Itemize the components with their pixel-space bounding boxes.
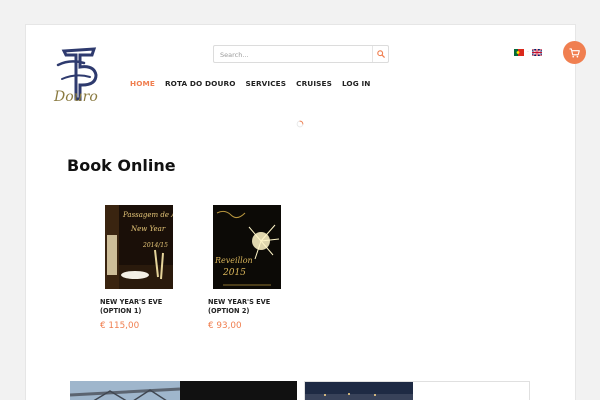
product-image-text-2: New Year — [130, 225, 166, 233]
site-logo[interactable]: Douro — [50, 45, 112, 107]
product-price: € 115,00 — [100, 321, 140, 331]
page-title-bold: Book — [67, 156, 112, 175]
search-input[interactable] — [220, 48, 365, 61]
product-image[interactable]: Passagem de Ano New Year 2014/15 — [105, 205, 173, 289]
page-title-rest: Online — [111, 156, 176, 175]
page-title: Book Online — [67, 156, 176, 175]
nav-item-cruises[interactable]: CRUISES — [296, 79, 332, 88]
banner-image-bridge[interactable] — [70, 381, 297, 400]
night-image — [305, 382, 529, 400]
logo-graphic: Douro — [53, 47, 98, 105]
loader-icon — [296, 120, 304, 128]
search-button[interactable] — [372, 46, 388, 62]
product-name[interactable]: NEW YEAR'S EVE (OPTION 1) — [100, 298, 190, 315]
banner-image-night[interactable] — [304, 381, 530, 400]
flag-separator: · — [527, 49, 529, 56]
search-box — [213, 45, 389, 63]
bridge-image — [70, 381, 297, 400]
page-container: Douro · HOME ROTA DO DOURO — [25, 24, 576, 400]
product-card: Reveillon 2015 NEW YEAR'S EVE (OPTION 2)… — [208, 205, 298, 331]
product-image-text-1: Reveillon — [214, 256, 253, 265]
nav-item-rota-do-douro[interactable]: ROTA DO DOURO — [165, 79, 236, 88]
cart-button[interactable] — [563, 41, 586, 64]
flag-en-icon[interactable] — [532, 49, 542, 56]
product-image-text-1: Passagem de Ano — [122, 211, 173, 219]
main-nav: HOME ROTA DO DOURO SERVICES CRUISES LOG … — [130, 79, 380, 88]
nav-item-home[interactable]: HOME — [130, 79, 155, 88]
flag-pt-icon[interactable] — [514, 49, 524, 56]
product-card: Passagem de Ano New Year 2014/15 NEW YEA… — [100, 205, 190, 331]
nav-item-log-in[interactable]: LOG IN — [342, 79, 371, 88]
language-switcher: · — [514, 49, 542, 56]
product-name[interactable]: NEW YEAR'S EVE (OPTION 2) — [208, 298, 298, 315]
logo-text: Douro — [53, 89, 98, 105]
cart-icon — [569, 47, 580, 58]
product-image[interactable]: Reveillon 2015 — [213, 205, 281, 289]
nav-item-services[interactable]: SERVICES — [246, 79, 287, 88]
product-price: € 93,00 — [208, 321, 242, 331]
search-icon — [376, 50, 385, 58]
product-image-text-3: 2014/15 — [142, 242, 168, 249]
product-image-text-2: 2015 — [222, 268, 246, 278]
